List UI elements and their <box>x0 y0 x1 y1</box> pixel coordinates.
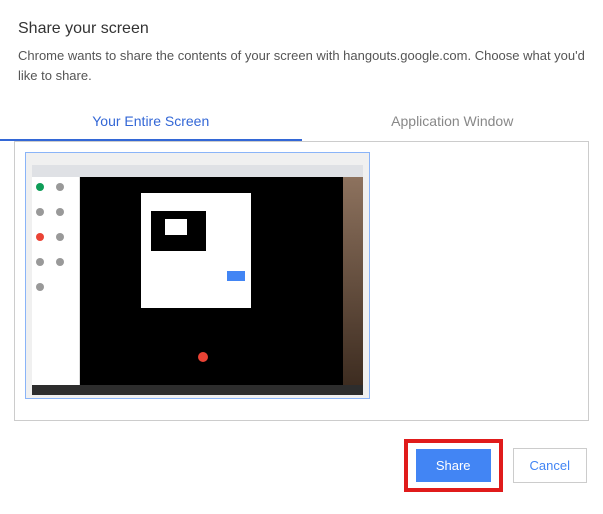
cancel-button[interactable]: Cancel <box>513 448 587 483</box>
annotation-highlight: Share <box>404 439 503 492</box>
tab-application-window[interactable]: Application Window <box>302 103 603 141</box>
thumbnail-hangup-icon <box>198 352 208 362</box>
screen-thumbnail[interactable] <box>25 152 370 399</box>
dialog-title: Share your screen <box>0 0 603 46</box>
tab-entire-screen[interactable]: Your Entire Screen <box>0 103 302 141</box>
thumbnail-wallpaper-strip <box>343 177 363 386</box>
thumbnail-taskbar <box>32 385 363 395</box>
tab-bar: Your Entire Screen Application Window <box>0 103 603 141</box>
content-area <box>14 141 589 421</box>
dialog-subtitle: Chrome wants to share the contents of yo… <box>0 46 603 103</box>
dialog-footer: Share Cancel <box>0 421 603 510</box>
thumbnail-browser-chrome <box>32 165 363 177</box>
share-button[interactable]: Share <box>416 449 491 482</box>
thumbnail-sidebar <box>32 177 80 386</box>
thumbnail-nested-dialog <box>141 193 251 308</box>
